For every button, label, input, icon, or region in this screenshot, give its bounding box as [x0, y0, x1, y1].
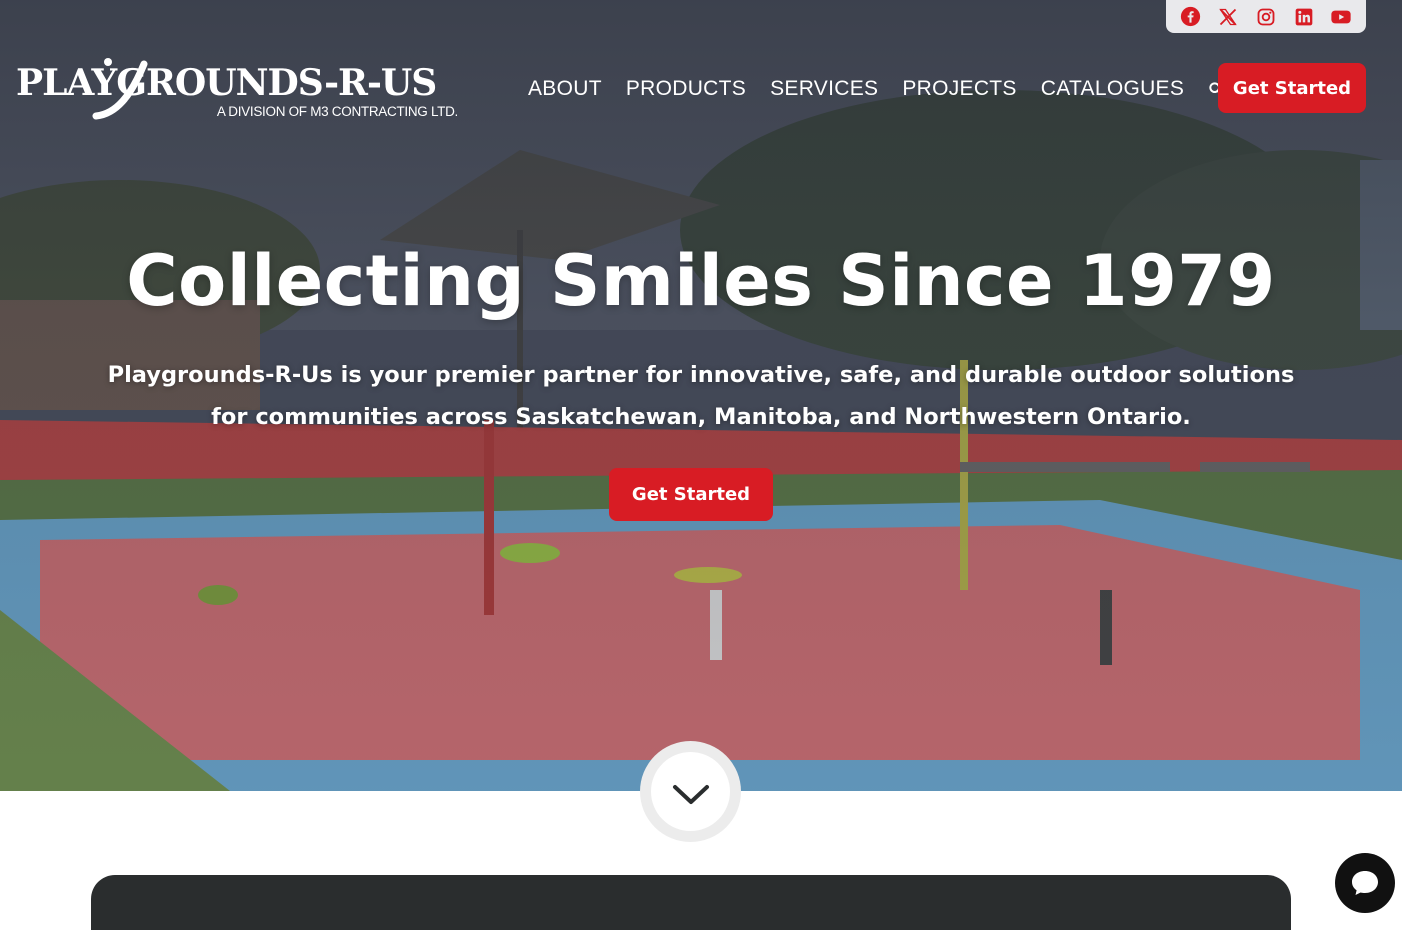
logo-tagline: A DIVISION OF M3 CONTRACTING LTD.	[216, 104, 458, 119]
hero-subtitle: Playgrounds-R-Us is your premier partner…	[107, 362, 1295, 430]
nav-item-catalogues[interactable]: CATALOGUES	[1041, 77, 1184, 101]
linkedin-icon[interactable]	[1293, 6, 1315, 28]
chevron-down-icon	[672, 784, 709, 804]
page: PLAYGROUNDS-R-US A DIVISION OF M3 CONTRA…	[0, 0, 1402, 930]
chat-icon	[1352, 871, 1378, 895]
nav-item-about[interactable]: ABOUT	[528, 77, 602, 101]
site-logo[interactable]: PLAYGROUNDS-R-US A DIVISION OF M3 CONTRA…	[16, 58, 458, 122]
header-get-started-button[interactable]: Get Started	[1218, 63, 1366, 113]
nav-item-projects[interactable]: PROJECTS	[902, 77, 1016, 101]
scroll-down-inner	[651, 752, 730, 831]
instagram-icon[interactable]	[1255, 6, 1277, 28]
nav-item-services[interactable]: SERVICES	[770, 77, 878, 101]
youtube-icon[interactable]	[1330, 6, 1352, 28]
hero-section: PLAYGROUNDS-R-US A DIVISION OF M3 CONTRA…	[0, 0, 1402, 791]
nav-item-products[interactable]: PRODUCTS	[626, 77, 746, 101]
hero-get-started-button[interactable]: Get Started	[609, 468, 773, 521]
hero-title: Collecting Smiles Since 1979	[126, 240, 1276, 322]
intro-card	[91, 875, 1291, 930]
facebook-icon[interactable]	[1180, 6, 1202, 28]
social-links-bar	[1166, 0, 1366, 33]
chat-button[interactable]	[1335, 853, 1395, 913]
main-nav: ABOUT PRODUCTS SERVICES PROJECTS CATALOG…	[528, 74, 1226, 104]
logo-swoosh-icon	[92, 58, 148, 120]
scroll-down-button[interactable]	[640, 741, 741, 842]
x-twitter-icon[interactable]	[1217, 6, 1239, 28]
